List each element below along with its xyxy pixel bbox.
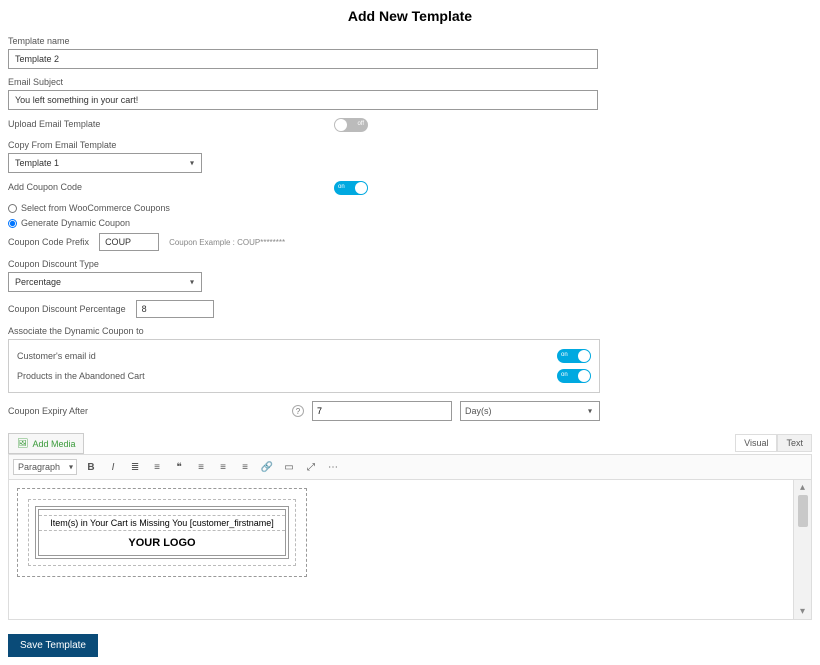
- blockquote-button[interactable]: ❝: [171, 459, 187, 475]
- row-products-in-cart: Products in the Abandoned Cart on: [17, 366, 591, 386]
- link-button[interactable]: 🔗: [259, 459, 275, 475]
- media-icon: 🖼: [17, 438, 28, 449]
- save-template-button[interactable]: Save Template: [8, 634, 98, 657]
- label-radio-dynamic-coupon: Generate Dynamic Coupon: [21, 218, 130, 228]
- scroll-up-icon[interactable]: ▴: [800, 482, 805, 493]
- toggle-add-coupon-code[interactable]: on: [334, 181, 368, 195]
- fullscreen-button[interactable]: ⤢: [303, 459, 319, 475]
- toggle-knob-icon: [578, 370, 590, 382]
- label-template-name: Template name: [8, 36, 812, 46]
- preview-line-logo: YOUR LOGO: [39, 531, 285, 555]
- numbered-list-button[interactable]: ≡: [149, 459, 165, 475]
- field-coupon-expiry: Coupon Expiry After ? Day(s) ▾: [8, 401, 600, 421]
- toggle-off-label: off: [357, 121, 364, 127]
- tab-text[interactable]: Text: [777, 434, 812, 452]
- tab-visual[interactable]: Visual: [735, 434, 777, 452]
- editor-scrollbar[interactable]: ▴ ▾: [793, 480, 811, 619]
- field-discount-percentage: Coupon Discount Percentage: [8, 300, 812, 318]
- field-email-subject: Email Subject: [8, 77, 812, 110]
- radio-row-dynamic-coupon: Generate Dynamic Coupon: [8, 218, 812, 228]
- email-template-preview: Item(s) in Your Cart is Missing You [cus…: [17, 488, 307, 577]
- toggle-products-in-cart[interactable]: on: [557, 369, 591, 383]
- toggle-upload-email-template[interactable]: off: [334, 118, 368, 132]
- label-coupon-prefix: Coupon Code Prefix: [8, 237, 89, 247]
- input-discount-percentage[interactable]: [136, 300, 214, 318]
- toggle-on-label: on: [561, 372, 568, 378]
- editor-section: 🖼 Add Media Visual Text Paragraph ▾ B I …: [8, 433, 812, 620]
- label-add-coupon-code: Add Coupon Code: [8, 182, 82, 192]
- insert-more-button[interactable]: ▭: [281, 459, 297, 475]
- editor-tabs: Visual Text: [735, 434, 812, 452]
- radio-row-woo-coupons: Select from WooCommerce Coupons: [8, 203, 812, 213]
- scroll-down-icon[interactable]: ▾: [800, 606, 805, 617]
- associate-coupon-box: Customer's email id on Products in the A…: [8, 339, 600, 393]
- help-icon[interactable]: ?: [292, 405, 304, 417]
- field-coupon-prefix: Coupon Code Prefix Coupon Example : COUP…: [8, 233, 812, 251]
- toggle-knob-icon: [355, 182, 367, 194]
- label-discount-type: Coupon Discount Type: [8, 259, 812, 269]
- align-center-button[interactable]: ≡: [215, 459, 231, 475]
- label-products-in-cart: Products in the Abandoned Cart: [17, 371, 145, 381]
- toggle-customer-email-id[interactable]: on: [557, 349, 591, 363]
- input-coupon-expiry-value[interactable]: [312, 401, 452, 421]
- row-customer-email-id: Customer's email id on: [17, 346, 591, 366]
- editor-area: Item(s) in Your Cart is Missing You [cus…: [8, 480, 812, 620]
- editor-toolbar: Paragraph ▾ B I ≣ ≡ ❝ ≡ ≡ ≡ 🔗 ▭ ⤢ ⋯: [8, 454, 812, 480]
- italic-button[interactable]: I: [105, 459, 121, 475]
- bold-button[interactable]: B: [83, 459, 99, 475]
- preview-line-subject: Item(s) in Your Cart is Missing You [cus…: [39, 516, 285, 531]
- select-discount-type[interactable]: Percentage: [8, 272, 202, 292]
- label-copy-from-template: Copy From Email Template: [8, 140, 812, 150]
- radio-dynamic-coupon[interactable]: [8, 219, 17, 228]
- label-coupon-expiry: Coupon Expiry After: [8, 406, 88, 416]
- toggle-on-label: on: [338, 184, 345, 190]
- page-title: Add New Template: [8, 8, 812, 24]
- field-associate-coupon: Associate the Dynamic Coupon to Customer…: [8, 326, 812, 393]
- label-customer-email-id: Customer's email id: [17, 351, 96, 361]
- editor-canvas[interactable]: Item(s) in Your Cart is Missing You [cus…: [9, 480, 793, 619]
- bullet-list-button[interactable]: ≣: [127, 459, 143, 475]
- field-add-coupon-code: Add Coupon Code on: [8, 181, 368, 195]
- label-upload-email-template: Upload Email Template: [8, 119, 100, 129]
- field-upload-email-template: Upload Email Template off: [8, 118, 368, 132]
- input-template-name[interactable]: [8, 49, 598, 69]
- select-coupon-expiry-unit[interactable]: Day(s): [460, 401, 600, 421]
- radio-woo-coupons[interactable]: [8, 204, 17, 213]
- label-radio-woo-coupons: Select from WooCommerce Coupons: [21, 203, 170, 213]
- scroll-thumb[interactable]: [798, 495, 808, 527]
- toolbar-toggle-button[interactable]: ⋯: [325, 459, 341, 475]
- input-email-subject[interactable]: [8, 90, 598, 110]
- helper-coupon-example: Coupon Example : COUP********: [169, 238, 285, 247]
- add-media-label: Add Media: [32, 439, 75, 449]
- input-coupon-prefix[interactable]: [99, 233, 159, 251]
- label-discount-percentage: Coupon Discount Percentage: [8, 304, 126, 314]
- toggle-knob-icon: [335, 119, 347, 131]
- label-email-subject: Email Subject: [8, 77, 812, 87]
- select-copy-from-template[interactable]: Template 1: [8, 153, 202, 173]
- align-left-button[interactable]: ≡: [193, 459, 209, 475]
- toggle-knob-icon: [578, 350, 590, 362]
- toggle-on-label: on: [561, 352, 568, 358]
- align-right-button[interactable]: ≡: [237, 459, 253, 475]
- field-copy-from-template: Copy From Email Template Template 1 ▾: [8, 140, 812, 173]
- select-paragraph-format[interactable]: Paragraph: [13, 459, 77, 475]
- field-discount-type: Coupon Discount Type Percentage ▾: [8, 259, 812, 292]
- field-template-name: Template name: [8, 36, 812, 69]
- add-media-button[interactable]: 🖼 Add Media: [8, 433, 84, 454]
- label-associate-coupon: Associate the Dynamic Coupon to: [8, 326, 812, 336]
